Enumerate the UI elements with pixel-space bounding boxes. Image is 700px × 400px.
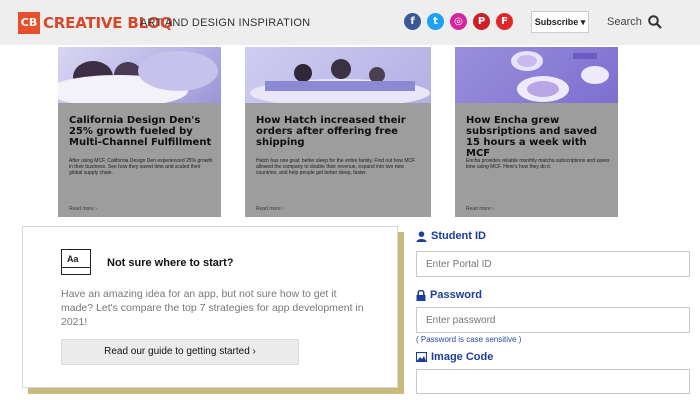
lock-icon <box>416 289 426 301</box>
search-icon <box>648 15 662 29</box>
card-title: How Encha grew subsriptions and saved 15… <box>466 115 597 159</box>
user-icon <box>416 230 427 242</box>
logo-mark: CB <box>18 12 40 34</box>
search-button[interactable]: Search <box>607 15 662 29</box>
facebook-icon[interactable]: f <box>404 13 421 30</box>
site-tagline: ART AND DESIGN INSPIRATION <box>140 17 311 29</box>
student-id-label-row: Student ID <box>416 230 486 242</box>
password-label-row: Password <box>416 289 482 301</box>
password-label: Password <box>430 289 482 301</box>
student-id-label: Student ID <box>431 230 486 242</box>
password-input[interactable] <box>416 307 690 333</box>
site-header: CB CREATIVE BLOQ ART AND DESIGN INSPIRAT… <box>0 0 700 45</box>
book-icon-label: Aa <box>62 250 90 268</box>
image-code-label: Image Code <box>431 351 494 363</box>
subscribe-label: Subscribe <box>534 17 579 27</box>
read-more-link[interactable]: Read more › <box>466 206 494 212</box>
pinterest-icon[interactable]: P <box>473 13 490 30</box>
instagram-icon[interactable]: ◎ <box>450 13 467 30</box>
twitter-icon[interactable]: t <box>427 13 444 30</box>
subscribe-button[interactable]: Subscribe ▾ <box>531 11 589 33</box>
promo-title: Not sure where to start? <box>107 257 234 269</box>
card-description: Encha provides reliable monthly matcha s… <box>466 158 610 170</box>
student-id-input[interactable] <box>416 251 690 277</box>
case-study-card-2[interactable]: How Hatch increased their orders after o… <box>245 47 431 217</box>
promo-text: Have an amazing idea for an app, but not… <box>61 288 364 328</box>
image-code-input[interactable] <box>416 369 690 394</box>
chevron-down-icon: ▾ <box>580 17 586 27</box>
password-hint: ( Password is case sensitive ) <box>416 335 522 344</box>
card-title: How Hatch increased their orders after o… <box>256 115 406 148</box>
read-more-link[interactable]: Read more › <box>69 206 97 212</box>
image-icon <box>416 352 427 362</box>
card-description: Hatch has one goal: better sleep for the… <box>256 158 416 176</box>
card-image <box>245 47 431 103</box>
case-study-card-1[interactable]: California Design Den's 25% growth fuele… <box>58 47 221 217</box>
card-title: California Design Den's 25% growth fuele… <box>69 115 212 148</box>
book-icon: Aa <box>61 249 91 275</box>
promo-box: Aa Not sure where to start? Have an amaz… <box>22 226 398 388</box>
card-description: After using MCF, California Design Den e… <box>69 158 213 176</box>
read-guide-button[interactable]: Read our guide to getting started › <box>61 339 299 365</box>
flipboard-icon[interactable]: F <box>496 13 513 30</box>
case-study-card-3[interactable]: How Encha grew subsriptions and saved 15… <box>455 47 618 217</box>
image-code-label-row: Image Code <box>416 351 493 363</box>
card-image <box>58 47 221 103</box>
card-image <box>455 47 618 103</box>
search-label: Search <box>607 16 642 28</box>
read-more-link[interactable]: Read more › <box>256 206 284 212</box>
